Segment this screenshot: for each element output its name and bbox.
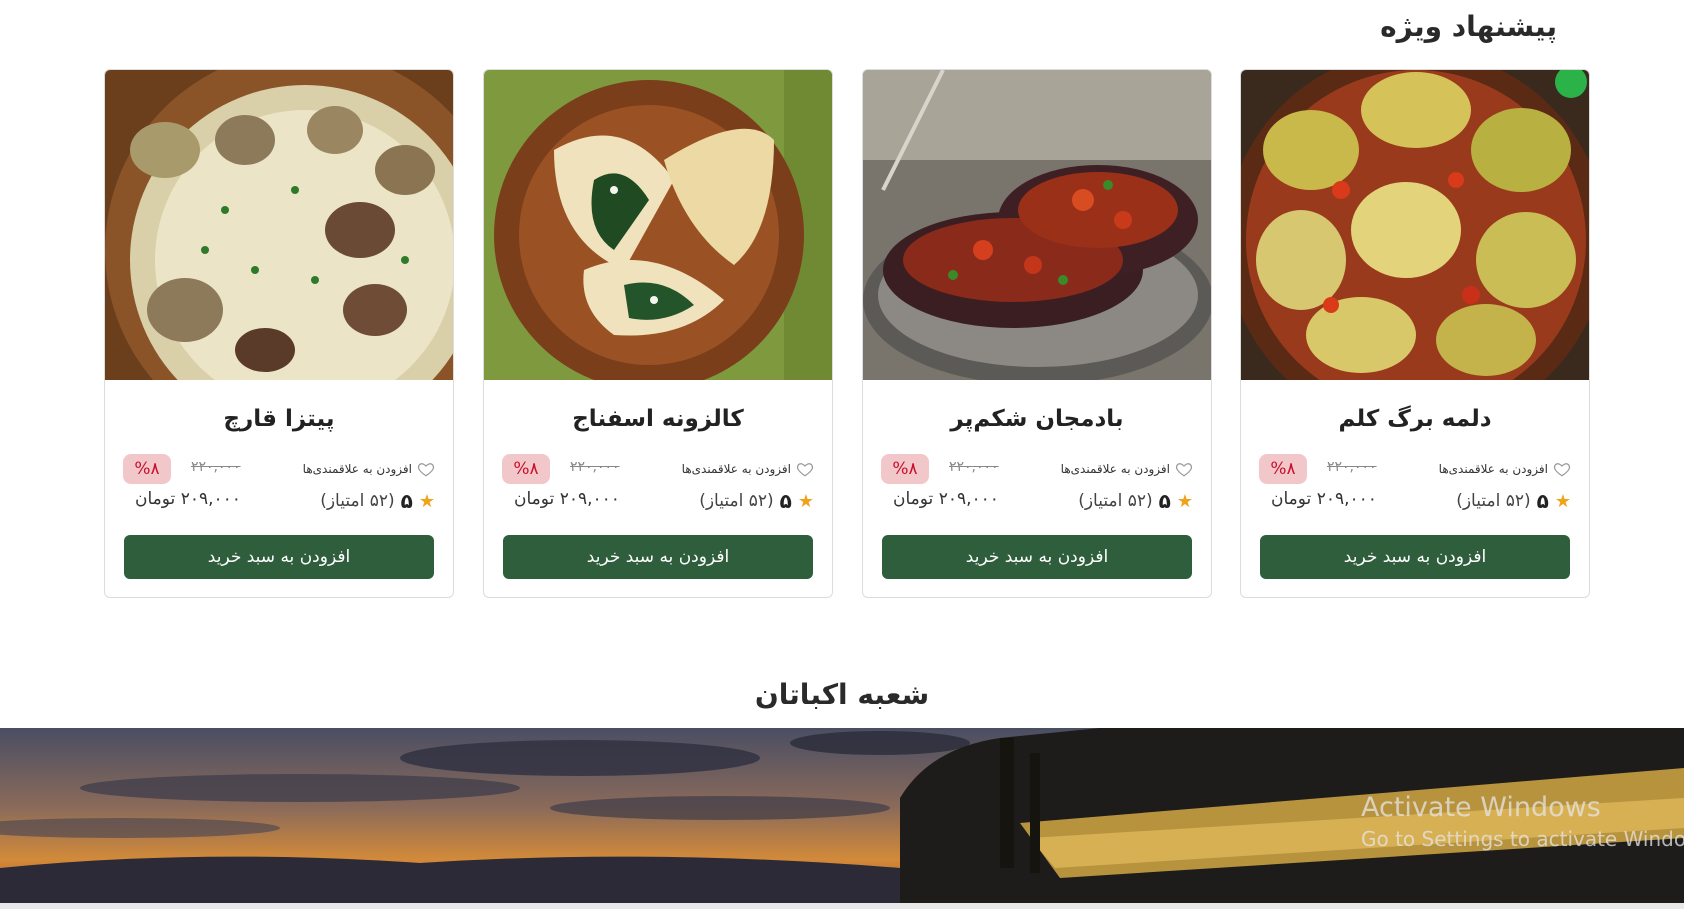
product-name[interactable]: پیتزا قارچ [105,406,453,432]
product-name[interactable]: بادمجان شکم‌پر [863,406,1211,432]
product-image[interactable] [484,70,832,380]
rating-count: (۵۲ امتیاز) [699,491,774,511]
product-card-spinach-calzone[interactable]: کالزونه اسفناج افزودن به علاقمندی‌ها ۲۲۰… [483,69,833,598]
watermark-subtitle: Go to Settings to activate Windows. [1361,827,1684,851]
heart-outline-icon [417,463,435,477]
product-price: ۲۰۹,۰۰۰ تومان [1271,489,1377,509]
old-price: ۲۲۰,۰۰۰ [570,459,620,475]
add-to-cart-button[interactable]: افزودن به سبد خرید [124,535,434,579]
rating-value: ۵ [1158,489,1171,513]
product-card-cabbage-rolls[interactable]: دلمه برگ کلم افزودن به علاقمندی‌ها ۲۲۰,۰… [1240,69,1590,598]
old-price: ۲۲۰,۰۰۰ [1327,459,1377,475]
branch-title: شعبه اکباتان [754,678,930,711]
product-rating: ★ ۵ (۵۲ امتیاز) [699,489,814,513]
star-icon: ★ [797,490,814,512]
heart-outline-icon [1553,463,1571,477]
rating-count: (۵۲ امتیاز) [1456,491,1531,511]
product-rating: ★ ۵ (۵۲ امتیاز) [1456,489,1571,513]
heart-outline-icon [1175,463,1193,477]
product-name[interactable]: دلمه برگ کلم [1241,406,1589,432]
product-price: ۲۰۹,۰۰۰ تومان [514,489,620,509]
old-price: ۲۲۰,۰۰۰ [949,459,999,475]
rating-count: (۵۲ امتیاز) [320,491,395,511]
add-to-wishlist[interactable]: افزودن به علاقمندی‌ها [1061,460,1193,478]
add-to-wishlist[interactable]: افزودن به علاقمندی‌ها [682,460,814,478]
rating-value: ۵ [1536,489,1549,513]
rating-value: ۵ [779,489,792,513]
rating-value: ۵ [400,489,413,513]
product-image[interactable] [863,70,1211,380]
product-name[interactable]: کالزونه اسفناج [484,406,832,432]
page-divider [0,903,1684,909]
discount-badge: %۸ [502,454,550,484]
windows-activation-watermark: Activate Windows Go to Settings to activ… [1361,792,1684,851]
product-price: ۲۰۹,۰۰۰ تومان [135,489,241,509]
wishlist-label: افزودن به علاقمندی‌ها [1438,462,1548,476]
discount-badge: %۸ [1259,454,1307,484]
add-to-wishlist[interactable]: افزودن به علاقمندی‌ها [303,460,435,478]
rating-count: (۵۲ امتیاز) [1078,491,1153,511]
product-image[interactable] [1241,70,1589,380]
star-icon: ★ [1176,490,1193,512]
wishlist-label: افزودن به علاقمندی‌ها [302,462,412,476]
star-icon: ★ [418,490,435,512]
discount-badge: %۸ [123,454,171,484]
discount-badge: %۸ [881,454,929,484]
add-to-wishlist[interactable]: افزودن به علاقمندی‌ها [1439,460,1571,478]
product-image[interactable] [105,70,453,380]
add-to-cart-button[interactable]: افزودن به سبد خرید [1260,535,1570,579]
product-rating: ★ ۵ (۵۲ امتیاز) [1078,489,1193,513]
star-icon: ★ [1554,490,1571,512]
special-offer-title: پیشنهاد ویژه [1380,10,1557,43]
product-card-stuffed-eggplant[interactable]: بادمجان شکم‌پر افزودن به علاقمندی‌ها ۲۲۰… [862,69,1212,598]
old-price: ۲۲۰,۰۰۰ [191,459,241,475]
product-price: ۲۰۹,۰۰۰ تومان [893,489,999,509]
add-to-cart-button[interactable]: افزودن به سبد خرید [503,535,813,579]
watermark-title: Activate Windows [1361,792,1601,823]
product-card-mushroom-pizza[interactable]: پیتزا قارچ افزودن به علاقمندی‌ها ۲۲۰,۰۰۰… [104,69,454,598]
heart-outline-icon [796,463,814,477]
product-cards: دلمه برگ کلم افزودن به علاقمندی‌ها ۲۲۰,۰… [104,69,1590,598]
add-to-cart-button[interactable]: افزودن به سبد خرید [882,535,1192,579]
wishlist-label: افزودن به علاقمندی‌ها [1060,462,1170,476]
wishlist-label: افزودن به علاقمندی‌ها [681,462,791,476]
product-rating: ★ ۵ (۵۲ امتیاز) [320,489,435,513]
